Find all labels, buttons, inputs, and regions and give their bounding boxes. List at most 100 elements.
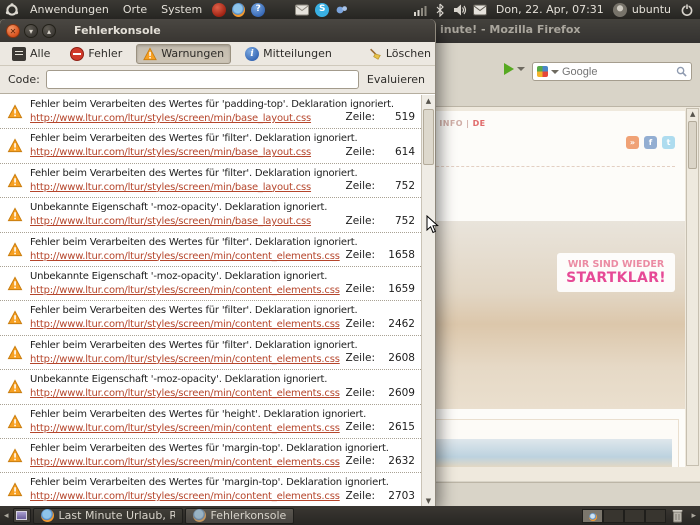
menu-places[interactable]: Orte xyxy=(116,0,154,19)
line-number: 2615 xyxy=(387,421,415,433)
launcher-icon-red[interactable] xyxy=(212,3,226,17)
console-message-list: Fehler beim Verarbeiten des Wertes für '… xyxy=(0,93,435,507)
close-button[interactable]: ✕ xyxy=(6,24,20,38)
warning-entry[interactable]: Unbekannte Eigenschaft '-moz-opacity'. D… xyxy=(0,370,421,404)
line-number: 1659 xyxy=(387,283,415,295)
warning-entry[interactable]: Unbekannte Eigenschaft '-moz-opacity'. D… xyxy=(0,198,421,232)
taskbar-left-arrow[interactable]: ◂ xyxy=(2,511,11,521)
warning-entry[interactable]: Fehler beim Verarbeiten des Wertes für '… xyxy=(0,405,421,439)
console-scrollbar[interactable]: ▲ ▼ xyxy=(421,95,435,507)
user-avatar-icon[interactable] xyxy=(613,3,627,17)
line-info: Zeile: 2609 xyxy=(340,387,416,399)
warning-entry[interactable]: Fehler beim Verarbeiten des Wertes für '… xyxy=(0,473,421,507)
line-number: 2632 xyxy=(387,455,415,467)
messages-filter-button[interactable]: i Mitteilungen xyxy=(239,45,338,63)
network-signal-icon[interactable] xyxy=(413,3,427,17)
line-info: Zeile: 2462 xyxy=(340,318,416,330)
errors-filter-button[interactable]: Fehler xyxy=(64,45,128,63)
mail-indicator-icon[interactable] xyxy=(295,3,309,17)
warning-entry[interactable]: Fehler beim Verarbeiten des Wertes für '… xyxy=(0,95,421,129)
warning-entry[interactable]: Fehler beim Verarbeiten des Wertes für '… xyxy=(0,336,421,370)
line-number: 2703 xyxy=(387,490,415,502)
warning-entry[interactable]: Unbekannte Eigenschaft '-moz-opacity'. D… xyxy=(0,267,421,301)
warning-icon xyxy=(7,310,23,325)
indicator-messages-icon[interactable] xyxy=(473,3,487,17)
scroll-up-icon[interactable]: ▲ xyxy=(422,97,435,105)
warning-entry[interactable]: Fehler beim Verarbeiten des Wertes für '… xyxy=(0,164,421,198)
firefox-icon xyxy=(41,509,54,522)
search-input[interactable] xyxy=(562,66,673,78)
clear-button[interactable]: Löschen xyxy=(362,45,437,63)
go-button[interactable] xyxy=(504,63,514,75)
bluetooth-icon[interactable] xyxy=(433,3,447,17)
skype-icon[interactable]: S xyxy=(315,3,329,17)
workspace-3[interactable] xyxy=(624,509,645,523)
search-engine-dropdown-icon[interactable] xyxy=(551,70,559,74)
volume-icon[interactable] xyxy=(453,3,467,17)
warning-entry[interactable]: Fehler beim Verarbeiten des Wertes für '… xyxy=(0,301,421,335)
twitter-icon[interactable]: t xyxy=(662,136,675,149)
webpage-top-links-red[interactable]: DE xyxy=(473,119,486,128)
minimize-button[interactable]: ▾ xyxy=(24,24,38,38)
line-number: 2462 xyxy=(387,318,415,330)
line-number: 2608 xyxy=(387,352,415,364)
workspace-2[interactable] xyxy=(603,509,624,523)
search-bar[interactable] xyxy=(532,62,692,81)
warning-entry[interactable]: Fehler beim Verarbeiten des Wertes für '… xyxy=(0,439,421,473)
vertical-scrollbar-thumb[interactable] xyxy=(688,121,697,169)
error-console-titlebar[interactable]: ✕ ▾ ▴ Fehlerkonsole xyxy=(0,19,435,42)
line-info: Zeile: 1658 xyxy=(340,249,416,261)
task-error-console[interactable]: Fehlerkonsole xyxy=(185,508,295,524)
menu-applications[interactable]: Anwendungen xyxy=(23,0,116,19)
warning-message: Fehler beim Verarbeiten des Wertes für '… xyxy=(30,408,415,422)
facebook-icon[interactable]: f xyxy=(644,136,657,149)
warnings-filter-button[interactable]: Warnungen xyxy=(136,44,231,64)
line-number: 2609 xyxy=(387,387,415,399)
workspace-4[interactable] xyxy=(645,509,666,523)
warning-message: Fehler beim Verarbeiten des Wertes für '… xyxy=(30,98,415,112)
scroll-down-icon[interactable]: ▼ xyxy=(422,497,435,505)
evaluate-button[interactable]: Evaluieren xyxy=(365,73,427,86)
trash-icon[interactable] xyxy=(671,508,684,523)
warning-icon xyxy=(7,345,23,360)
taskbar-right-arrow[interactable]: ▸ xyxy=(689,511,698,521)
show-desktop-button[interactable] xyxy=(13,508,31,523)
help-icon[interactable]: ? xyxy=(251,3,265,17)
warning-message: Unbekannte Eigenschaft '-moz-opacity'. D… xyxy=(30,270,415,284)
code-input[interactable] xyxy=(46,70,359,89)
ubuntu-logo-icon[interactable] xyxy=(5,3,19,17)
warning-entry[interactable]: Fehler beim Verarbeiten des Wertes für '… xyxy=(0,129,421,163)
bottom-taskbar: ◂ Last Minute Urlaub, Rei... Fehlerkonso… xyxy=(0,506,700,525)
workspace-1[interactable] xyxy=(582,509,603,523)
console-toolbar: Alle Fehler Warnungen i Mitteilungen xyxy=(0,42,435,66)
warning-icon xyxy=(143,47,157,61)
line-label: Zeile: xyxy=(346,318,376,330)
clock[interactable]: Don, 22. Apr, 07:31 xyxy=(490,3,610,16)
console-scrollbar-thumb[interactable] xyxy=(423,109,434,165)
warning-message: Unbekannte Eigenschaft '-moz-opacity'. D… xyxy=(30,373,415,387)
window-title: Fehlerkonsole xyxy=(74,24,161,37)
vertical-scrollbar[interactable]: ▲ xyxy=(686,108,699,466)
warning-icon xyxy=(7,448,23,463)
warning-icon xyxy=(7,207,23,222)
line-label: Zeile: xyxy=(346,387,376,399)
power-icon[interactable] xyxy=(680,3,694,17)
maximize-button[interactable]: ▴ xyxy=(42,24,56,38)
task-firefox[interactable]: Last Minute Urlaub, Rei... xyxy=(33,508,183,524)
rss-icon[interactable]: » xyxy=(626,136,639,149)
weather-applet-icon[interactable] xyxy=(335,3,349,17)
search-icon[interactable] xyxy=(676,66,687,77)
menu-system[interactable]: System xyxy=(154,0,209,19)
broom-icon xyxy=(368,47,382,61)
warning-entry[interactable]: Fehler beim Verarbeiten des Wertes für '… xyxy=(0,233,421,267)
user-menu[interactable]: ubuntu xyxy=(630,3,677,16)
location-dropdown-icon[interactable] xyxy=(517,67,525,71)
line-info: Zeile: 614 xyxy=(340,146,416,158)
warning-message: Fehler beim Verarbeiten des Wertes für '… xyxy=(30,442,415,456)
line-info: Zeile: 2632 xyxy=(340,455,416,467)
firefox-launcher-icon[interactable] xyxy=(232,3,245,17)
search-engine-icon[interactable] xyxy=(537,66,548,77)
scroll-up-icon[interactable]: ▲ xyxy=(690,110,695,118)
line-label: Zeile: xyxy=(346,215,376,227)
all-filter-button[interactable]: Alle xyxy=(6,45,56,63)
